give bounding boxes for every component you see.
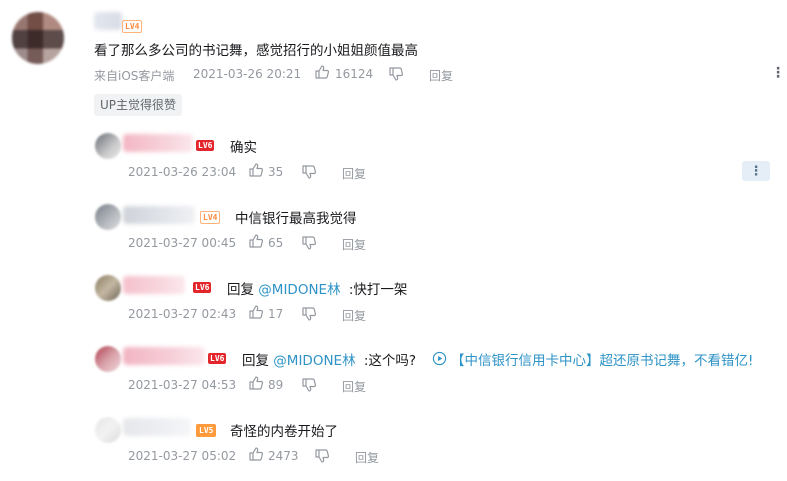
thumbs-up-icon[interactable]	[248, 446, 264, 462]
reply-avatar[interactable]	[95, 346, 121, 372]
comment-time: 2021-03-26 20:21	[193, 67, 302, 81]
reply-button[interactable]: 回复	[429, 67, 453, 84]
reply-button[interactable]: 回复	[342, 236, 366, 253]
reply-text: 确实	[230, 140, 257, 156]
thumbs-up-icon[interactable]	[248, 162, 264, 178]
like-count: 89	[268, 378, 284, 392]
like-count: 17	[268, 307, 284, 321]
thumbs-up-icon[interactable]	[248, 304, 264, 320]
thumbs-down-icon[interactable]	[301, 377, 317, 393]
more-vertical-icon[interactable]: ⋮	[742, 161, 770, 181]
reply-body: :快打一架	[348, 282, 408, 298]
level-badge: LV6	[208, 353, 227, 364]
thumbs-down-icon[interactable]	[314, 448, 330, 464]
like-count: 65	[268, 236, 284, 250]
reply-button[interactable]: 回复	[342, 165, 366, 182]
reply-text: 中信银行最高我觉得	[235, 211, 357, 227]
thumbs-down-icon[interactable]	[388, 66, 404, 82]
level-badge: LV4	[200, 211, 221, 224]
mention-link[interactable]: @MIDONE林	[273, 353, 355, 369]
reply-avatar[interactable]	[95, 275, 121, 301]
reply-prefix: 回复	[242, 353, 269, 369]
mention-link[interactable]: @MIDONE林	[258, 282, 340, 298]
level-badge: LV6	[193, 282, 212, 293]
reply-button[interactable]: 回复	[342, 378, 366, 395]
thumbs-up-icon[interactable]	[314, 64, 330, 80]
level-badge: LV5	[196, 424, 217, 437]
level-badge: LV6	[196, 140, 215, 151]
comment-source: 来自iOS客户端	[94, 69, 175, 83]
reply-time: 2021-03-27 05:02	[128, 449, 237, 463]
reply-button[interactable]: 回复	[342, 307, 366, 324]
main-comment-text: 看了那么多公司的书记舞，感觉招行的小姐姐颜值最高	[94, 43, 418, 59]
reply-avatar[interactable]	[95, 133, 121, 159]
up-liked-tag: UP主觉得很赞	[94, 94, 183, 116]
like-count: 35	[268, 165, 284, 179]
thumbs-down-icon[interactable]	[301, 235, 317, 251]
reply-avatar[interactable]	[95, 417, 121, 443]
reply-time: 2021-03-27 00:45	[128, 236, 237, 250]
thumbs-down-icon[interactable]	[301, 164, 317, 180]
level-badge: LV4	[122, 20, 143, 33]
reply-username[interactable]	[123, 134, 193, 152]
reply-avatar[interactable]	[95, 204, 121, 230]
reply-username[interactable]	[123, 276, 185, 294]
reply-body: :这个吗?	[363, 353, 417, 369]
thumbs-up-icon[interactable]	[248, 233, 264, 249]
like-count: 16124	[335, 67, 374, 81]
thumbs-up-icon[interactable]	[248, 375, 264, 391]
main-comment-avatar[interactable]	[12, 12, 64, 64]
reply-username[interactable]	[123, 347, 205, 365]
reply-time: 2021-03-27 04:53	[128, 378, 237, 392]
main-comment-username[interactable]	[94, 12, 122, 30]
thumbs-down-icon[interactable]	[301, 306, 317, 322]
reply-button[interactable]: 回复	[355, 449, 379, 466]
more-vertical-icon[interactable]: ⋮	[771, 66, 785, 80]
reply-prefix: 回复	[227, 282, 254, 298]
reply-username[interactable]	[123, 418, 191, 436]
reply-time: 2021-03-26 23:04	[128, 165, 237, 179]
reply-username[interactable]	[123, 206, 195, 224]
play-circle-icon[interactable]	[432, 351, 447, 366]
reply-text: 回复 @MIDONE林 :快打一架	[227, 278, 407, 298]
reply-text: 回复 @MIDONE林 :这个吗?	[242, 349, 416, 369]
reply-time: 2021-03-27 02:43	[128, 307, 237, 321]
like-count: 2473	[268, 449, 299, 463]
reply-text: 奇怪的内卷开始了	[230, 424, 338, 440]
video-link[interactable]: 【中信银行信用卡中心】超还原书记舞，不看错亿!	[451, 349, 753, 369]
